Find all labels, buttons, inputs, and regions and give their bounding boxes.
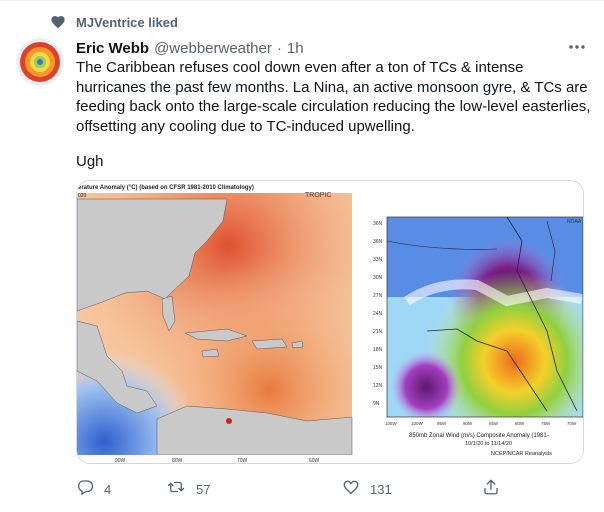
right-lat-label: 24N (373, 311, 383, 317)
right-lon-label: 90W (463, 421, 473, 426)
tweet-text: The Caribbean refuses cool down even aft… (76, 59, 595, 135)
share-button[interactable] (482, 478, 500, 500)
left-map-title: erature Anomaly (°C) (based on CFSR 1981… (78, 185, 254, 191)
separator: · (276, 39, 282, 57)
retweet-count: 57 (196, 481, 211, 497)
tweet-text-extra: Ugh (76, 153, 104, 170)
right-lon-label: 75W (541, 421, 551, 426)
heart-outline-icon (342, 478, 360, 501)
social-context[interactable]: MJVentrice liked (50, 12, 178, 32)
retweet-button[interactable]: 57 (166, 478, 210, 500)
left-lon-label: 90W (115, 458, 126, 464)
avatar[interactable] (16, 38, 64, 86)
right-lon-label: 95W (437, 421, 447, 426)
sst-anomaly-map: erature Anomaly (°C) (based on CFSR 1981… (77, 181, 353, 464)
left-lon-label: 60W (309, 458, 320, 464)
tweet-media[interactable]: erature Anomaly (°C) (based on CFSR 1981… (76, 180, 584, 464)
left-map-corner: TROPIC (305, 192, 331, 199)
left-lon-label: 80W (172, 458, 183, 464)
reply-count: 4 (104, 481, 112, 497)
right-lat-label: 21N (373, 329, 383, 335)
like-count: 131 (370, 481, 392, 497)
right-lat-label: 36N (373, 221, 383, 227)
left-lon-label: 70W (237, 458, 248, 464)
right-lat-label: 15N (373, 365, 383, 371)
right-lat-label: 27N (373, 293, 383, 299)
liked-by-label[interactable]: MJVentrice liked (76, 15, 178, 30)
like-button[interactable]: 131 (342, 478, 392, 500)
zonal-wind-map: NOAA 36N 36N 33N 30N 27N 24N 21N 18N 15N… (353, 181, 583, 463)
right-lat-label: 36N (373, 239, 383, 245)
right-map-corner: NOAA (567, 219, 582, 225)
right-lon-label: 80W (515, 421, 525, 426)
right-caption-3: NCEP/NCAR Reanalysis (491, 451, 552, 457)
author-name[interactable]: Eric Webb (76, 40, 149, 57)
right-caption-1: 850mb Zonal Wind (m/s) Composite Anomaly… (409, 433, 549, 439)
right-lon-label: 100W (411, 421, 424, 426)
right-lon-label: 70W (567, 421, 577, 426)
tweet-header: Eric Webb @webberweather · 1h (76, 38, 304, 58)
right-lon-label: 85W (489, 421, 499, 426)
share-icon (482, 478, 500, 501)
right-lat-label: 18N (373, 347, 383, 353)
reply-icon (76, 478, 94, 501)
timestamp[interactable]: 1h (287, 40, 304, 57)
retweet-icon (166, 478, 186, 501)
more-options-icon[interactable] (566, 38, 588, 56)
reply-button[interactable]: 4 (76, 478, 111, 500)
heart-icon (50, 14, 66, 30)
author-handle[interactable]: @webberweather (154, 40, 272, 57)
right-lat-label: 33N (373, 257, 383, 263)
right-lon-label: 105W (385, 421, 398, 426)
right-caption-2: 10/1/20 to 11/14/20 (465, 441, 512, 447)
left-map-year: 020 (78, 193, 87, 199)
tweet-actions: 4 57 131 (76, 478, 506, 500)
right-lat-label: 12N (373, 383, 383, 389)
right-lat-label: 9N (373, 401, 380, 407)
media-maps: erature Anomaly (°C) (based on CFSR 1981… (77, 181, 583, 464)
top-divider (0, 0, 604, 1)
right-lat-label: 30N (373, 275, 383, 281)
